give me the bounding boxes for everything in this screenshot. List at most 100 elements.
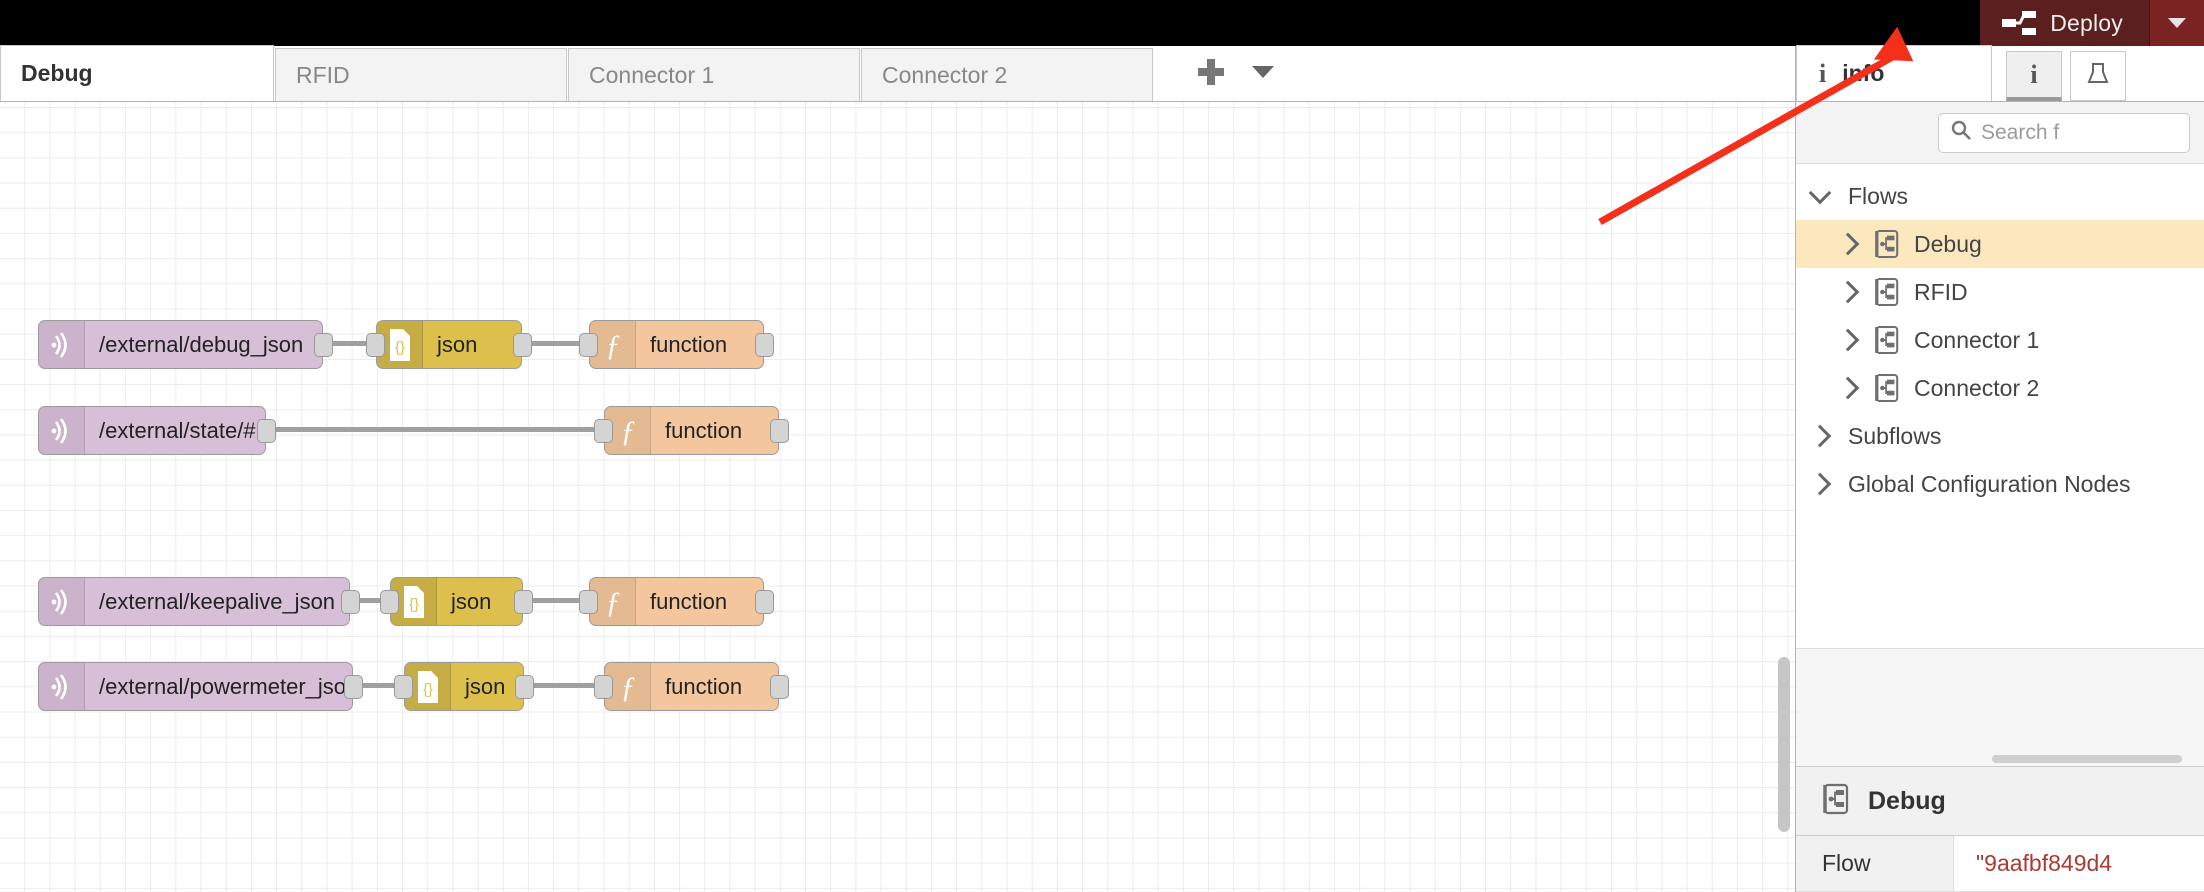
- chevron-down-icon[interactable]: [1808, 181, 1832, 205]
- node-wire[interactable]: [273, 427, 611, 432]
- node-output-port[interactable]: [755, 333, 774, 357]
- tab-label: Connector 2: [882, 61, 1008, 88]
- node-input-port[interactable]: [594, 419, 613, 443]
- node-label: function: [665, 417, 743, 443]
- tree-item-debug[interactable]: Debug: [1796, 220, 2204, 268]
- flow-canvas[interactable]: /external/debug_json {} json ƒ function/exte…: [0, 102, 1795, 892]
- node-output-port[interactable]: [513, 333, 532, 357]
- flow-node-mqtt[interactable]: /external/powermeter_json: [38, 662, 353, 711]
- sidebar-horizontal-scrollbar[interactable]: [1992, 755, 2182, 763]
- flow-icon: [1874, 325, 1900, 355]
- node-output-port[interactable]: [770, 675, 789, 699]
- tree-item-label: Subflows: [1848, 422, 1942, 449]
- scrollbar-thumb[interactable]: [1778, 657, 1790, 832]
- flow-icon: [1822, 783, 1850, 820]
- tree-item-label: Connector 2: [1914, 374, 2040, 401]
- node-label: json: [451, 588, 492, 614]
- tree-item-global-configuration-nodes[interactable]: Global Configuration Nodes: [1796, 460, 2204, 508]
- chevron-right-icon[interactable]: [1808, 472, 1832, 496]
- tabbar-actions: [1198, 48, 1274, 101]
- deploy-button-label: Deploy: [2050, 9, 2123, 36]
- node-output-port[interactable]: [341, 590, 360, 614]
- detail-property-row: Flow "9aafbf849d4: [1796, 836, 2204, 892]
- svg-text:ƒ: ƒ: [605, 586, 620, 619]
- tree-item-rfid[interactable]: RFID: [1796, 268, 2204, 316]
- search-input[interactable]: [1981, 120, 2177, 145]
- node-input-port[interactable]: [579, 333, 598, 357]
- svg-text:{}: {}: [394, 339, 404, 356]
- flow-node-fn[interactable]: ƒ function: [604, 662, 779, 711]
- node-output-port[interactable]: [257, 419, 276, 443]
- flow-node-json[interactable]: {} json: [390, 577, 523, 626]
- chevron-right-icon[interactable]: [1808, 424, 1832, 448]
- tree-item-flows[interactable]: Flows: [1796, 172, 2204, 220]
- sidebar-tab-info[interactable]: i info: [1796, 45, 1992, 101]
- node-label: /external/state/#: [99, 417, 256, 443]
- node-label: function: [650, 331, 728, 357]
- search-box[interactable]: [1938, 112, 2190, 153]
- flow-node-fn[interactable]: ƒ function: [589, 320, 764, 369]
- deploy-options-button[interactable]: [2150, 0, 2204, 46]
- tree-item-label: RFID: [1914, 278, 1968, 305]
- mqtt-signal-icon: [39, 663, 85, 710]
- node-output-port[interactable]: [515, 675, 534, 699]
- tree-item-subflows[interactable]: Subflows: [1796, 412, 2204, 460]
- node-label: /external/keepalive_json: [99, 588, 336, 614]
- canvas-vertical-scrollbar[interactable]: [1778, 102, 1790, 892]
- node-output-port[interactable]: [314, 333, 333, 357]
- node-output-port[interactable]: [514, 590, 533, 614]
- chevron-down-icon[interactable]: [1252, 65, 1274, 78]
- flow-node-fn[interactable]: ƒ function: [604, 406, 779, 455]
- tree-item-label: Debug: [1914, 230, 1982, 257]
- flow-node-mqtt[interactable]: /external/debug_json: [38, 320, 323, 369]
- chevron-right-icon[interactable]: [1836, 376, 1860, 400]
- node-label: /external/debug_json: [99, 331, 304, 357]
- tab-debug[interactable]: Debug: [0, 45, 274, 101]
- flow-node-json[interactable]: {} json: [404, 662, 524, 711]
- app-header: Deploy: [0, 0, 2204, 46]
- node-input-port[interactable]: [594, 675, 613, 699]
- node-label: json: [437, 331, 478, 357]
- node-output-port[interactable]: [344, 675, 363, 699]
- property-key: Flow: [1796, 836, 1954, 891]
- sidebar-debug-button[interactable]: [2070, 51, 2126, 101]
- svg-text:{}: {}: [422, 681, 432, 698]
- node-input-port[interactable]: [366, 333, 385, 357]
- svg-text:{}: {}: [408, 596, 418, 613]
- node-label: /external/powermeter_json: [99, 673, 353, 699]
- tab-label: RFID: [296, 61, 350, 88]
- node-input-port[interactable]: [579, 590, 598, 614]
- svg-text:ƒ: ƒ: [620, 671, 635, 704]
- flow-node-fn[interactable]: ƒ function: [589, 577, 764, 626]
- chevron-right-icon[interactable]: [1836, 232, 1860, 256]
- node-output-port[interactable]: [770, 419, 789, 443]
- tab-rfid[interactable]: RFID: [275, 48, 567, 101]
- svg-text:ƒ: ƒ: [605, 329, 620, 362]
- sidebar-empty-area: [1796, 648, 2204, 766]
- node-input-port[interactable]: [394, 675, 413, 699]
- deploy-button[interactable]: Deploy: [1980, 0, 2150, 46]
- chevron-down-icon: [2168, 18, 2186, 28]
- flow-node-json[interactable]: {} json: [376, 320, 522, 369]
- info-icon: i: [2030, 59, 2038, 89]
- sidebar-info-button[interactable]: i: [2006, 51, 2062, 101]
- property-value: "9aafbf849d4: [1954, 836, 2204, 891]
- sidebar-icon-buttons: i: [2006, 51, 2126, 101]
- flow-node-mqtt[interactable]: /external/keepalive_json: [38, 577, 350, 626]
- tab-connector-2[interactable]: Connector 2: [861, 48, 1153, 101]
- flow-icon: [1874, 229, 1900, 259]
- tree-item-label: Connector 1: [1914, 326, 2040, 353]
- node-output-port[interactable]: [755, 590, 774, 614]
- flow-node-mqtt[interactable]: /external/state/#: [38, 406, 266, 455]
- mqtt-signal-icon: [39, 407, 85, 454]
- tab-connector-1[interactable]: Connector 1: [568, 48, 860, 101]
- detail-header: Debug: [1796, 766, 2204, 836]
- plus-icon[interactable]: [1198, 58, 1224, 85]
- node-label: function: [665, 673, 743, 699]
- tree-item-connector-1[interactable]: Connector 1: [1796, 316, 2204, 364]
- tree-item-connector-2[interactable]: Connector 2: [1796, 364, 2204, 412]
- chevron-right-icon[interactable]: [1836, 280, 1860, 304]
- node-red-editor: Deploy Debug RFID Connector 1 Connector …: [0, 0, 2204, 892]
- node-input-port[interactable]: [380, 590, 399, 614]
- chevron-right-icon[interactable]: [1836, 328, 1860, 352]
